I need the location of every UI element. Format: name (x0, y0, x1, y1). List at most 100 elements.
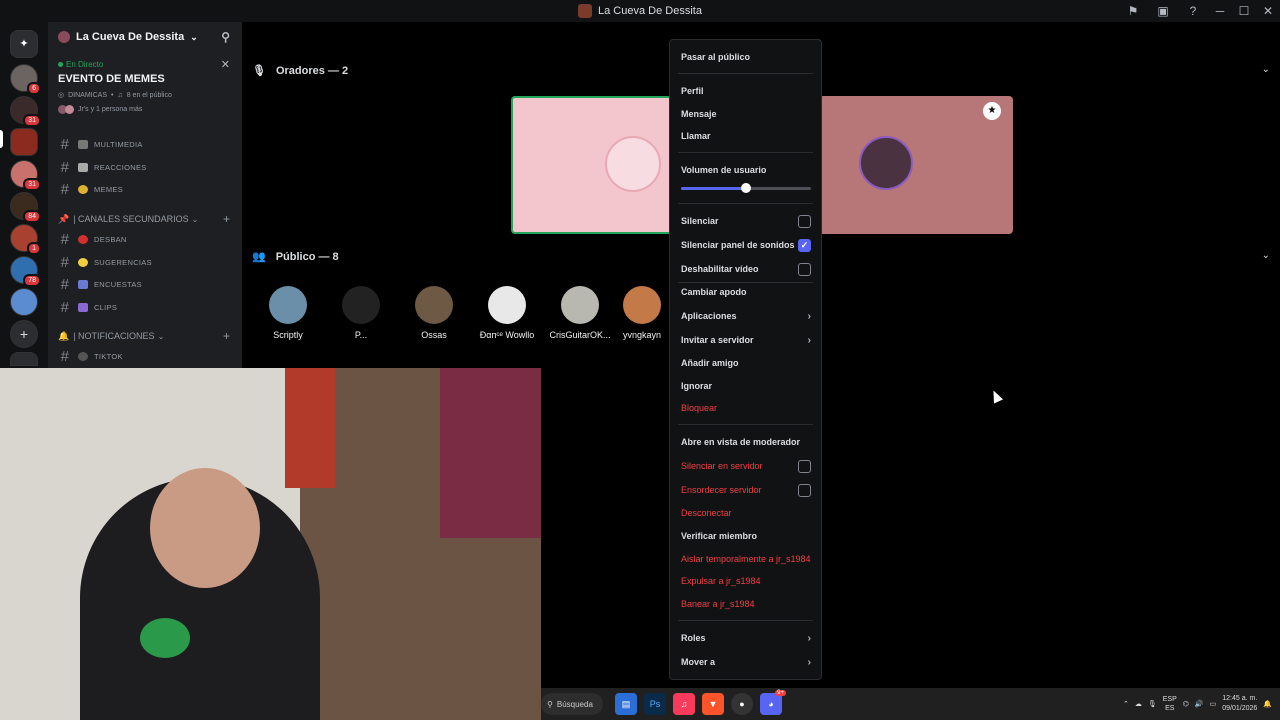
checkbox-checked[interactable]: ✓ (798, 238, 811, 252)
mute-soundboard-item[interactable]: Silenciar panel de sonidos ✓ (681, 235, 811, 255)
system-tray: ⌃ ☁ 🎙 ESP ES ⌬ 🔊 ▭ 12:45 a. m. 09/01/2026 … (1123, 688, 1280, 720)
server-deafen-item[interactable]: Ensordecer servidor (681, 480, 811, 500)
chevron-down-icon[interactable]: ⌄ (1262, 250, 1270, 261)
maximize-button[interactable]: ☐ (1232, 0, 1256, 22)
apps-item[interactable]: Aplicaciones › (681, 306, 811, 326)
checkbox[interactable] (798, 459, 811, 473)
server-icon-active[interactable] (10, 128, 38, 156)
ban-item[interactable]: Banear a jr_s1984 (681, 594, 811, 614)
channel-reacciones[interactable]: # REACCIONES (58, 157, 234, 177)
disconnect-item[interactable]: Desconectar (681, 503, 811, 523)
hash-icon: # (60, 230, 70, 248)
ignore-item[interactable]: Ignorar (681, 376, 811, 396)
network-icon[interactable]: ⌬ (1183, 700, 1189, 708)
audience-member[interactable]: Ðαпᶜᵉ Wowllo (471, 286, 543, 340)
message-item[interactable]: Mensaje (681, 104, 811, 124)
stage-event-card[interactable]: En Directo EVENTO DE MEMES ✕ ◎ DINAMICAS… (48, 54, 242, 124)
add-channel-icon[interactable]: + (223, 212, 230, 226)
timeout-item[interactable]: Aislar temporalmente a jr_s1984 (681, 549, 811, 569)
headphones-icon: ♫ (117, 91, 123, 99)
server-icon[interactable]: 78 (10, 256, 41, 287)
mod-view-item[interactable]: Abre en vista de moderador (681, 432, 811, 452)
volume-icon[interactable]: 🔊 (1195, 700, 1204, 708)
help-icon[interactable]: ? (1178, 0, 1208, 22)
roles-item[interactable]: Roles › (681, 628, 811, 648)
avatar (269, 286, 307, 324)
obs-icon[interactable]: ● (731, 693, 753, 715)
inbox-icon[interactable]: ▣ (1148, 0, 1178, 22)
move-to-item[interactable]: Mover a › (681, 652, 811, 672)
microphone-icon[interactable]: 🎙 (1148, 700, 1157, 708)
category-secundarios[interactable]: 📌 | CANALES SECUNDARIOS ⌄ + (58, 211, 234, 227)
audience-member[interactable]: CrisGuitarOK... (544, 286, 616, 340)
verify-member-item[interactable]: Verificar miembro (681, 526, 811, 546)
window-title: La Cueva De Dessita (578, 4, 702, 18)
audience-member[interactable]: P... (325, 286, 397, 340)
checkbox[interactable] (798, 262, 811, 276)
discord-home-icon[interactable]: ✦ (10, 30, 38, 58)
invite-server-item[interactable]: Invitar a servidor › (681, 330, 811, 350)
channel-clips[interactable]: # CLIPS (58, 297, 234, 317)
slider-handle[interactable] (741, 183, 751, 193)
clapper-icon (78, 302, 88, 312)
server-icon[interactable]: 84 (10, 192, 41, 223)
server-mute-item[interactable]: Silenciar en servidor (681, 456, 811, 476)
file-explorer-icon[interactable]: ▤ (615, 693, 637, 715)
language-indicator[interactable]: ESP ES (1163, 695, 1177, 713)
discover-icon[interactable] (10, 352, 38, 366)
audience-member[interactable]: Scriptly (252, 286, 324, 340)
invite-people-icon[interactable]: ⚲ (221, 30, 230, 44)
channel-memes[interactable]: # MEMES (58, 179, 234, 199)
channel-emoji-icon (78, 351, 88, 361)
call-item[interactable]: Llamar (681, 126, 811, 146)
move-to-audience-item[interactable]: Pasar al público (681, 47, 811, 67)
close-icon[interactable]: ✕ (221, 58, 230, 71)
add-friend-item[interactable]: Añadir amigo (681, 353, 811, 373)
kick-item[interactable]: Expulsar a jr_s1984 (681, 571, 811, 591)
photoshop-icon[interactable]: Ps (644, 693, 666, 715)
category-notificaciones[interactable]: 🔔 | NOTIFICACIONES ⌄ + (58, 328, 234, 344)
checkbox[interactable] (798, 483, 811, 497)
server-icon[interactable]: 31 (10, 160, 41, 191)
chevron-up-icon[interactable]: ⌃ (1123, 700, 1129, 708)
moderator-badge-icon: ★ (983, 102, 1001, 120)
minimize-button[interactable]: ─ (1208, 0, 1232, 22)
channel-encuestas[interactable]: # ENCUESTAS (58, 274, 234, 294)
mute-item[interactable]: Silenciar (681, 211, 811, 231)
speaker-tile[interactable]: ★ (819, 96, 1013, 234)
user-volume-slider[interactable] (681, 183, 811, 193)
close-button[interactable]: ✕ (1256, 0, 1280, 22)
notification-bell-icon[interactable]: 🔔 (1263, 700, 1272, 708)
hash-icon: # (60, 180, 70, 198)
block-item[interactable]: Bloquear (681, 398, 811, 418)
checkbox[interactable] (798, 214, 811, 228)
channel-emoji-icon (78, 139, 88, 149)
inbox-flag-icon[interactable]: ⚑ (1118, 0, 1148, 22)
disable-video-item[interactable]: Deshabilitar vídeo (681, 259, 811, 279)
taskbar-search[interactable]: ⚲ Búsqueda (541, 693, 603, 715)
clock[interactable]: 12:45 a. m. 09/01/2026 (1222, 694, 1257, 714)
channel-desban[interactable]: # DESBAN (58, 229, 234, 249)
profile-item[interactable]: Perfil (681, 81, 811, 101)
server-icon[interactable]: 1 (10, 224, 41, 255)
channel-sugerencias[interactable]: # SUGERENCIAS (58, 252, 234, 272)
brave-browser-icon[interactable]: ▼ (702, 693, 724, 715)
server-icon[interactable]: 31 (10, 96, 41, 127)
avatar (623, 286, 661, 324)
channel-tiktok[interactable]: # TIKTOK (58, 346, 234, 366)
speaker-tile[interactable] (511, 96, 683, 234)
chevron-down-icon[interactable]: ⌄ (1262, 64, 1270, 75)
server-header[interactable]: La Cueva De Dessita ⌄ ⚲ (48, 22, 242, 52)
audience-member[interactable]: yvngkayn (614, 286, 670, 340)
battery-icon[interactable]: ▭ (1210, 700, 1217, 708)
change-nickname-item[interactable]: Cambiar apodo (681, 282, 811, 302)
add-channel-icon[interactable]: + (223, 329, 230, 343)
music-app-icon[interactable]: ♫ (673, 693, 695, 715)
audience-member[interactable]: Ossas (398, 286, 470, 340)
channel-multimedia[interactable]: # MULTIMEDIA (58, 134, 234, 154)
add-server-icon[interactable]: + (10, 320, 38, 348)
cloud-icon[interactable]: ☁ (1135, 700, 1142, 708)
server-icon[interactable] (10, 288, 38, 316)
discord-icon[interactable]: ◕ 9+ (760, 690, 786, 715)
server-icon[interactable]: 6 (10, 64, 41, 95)
